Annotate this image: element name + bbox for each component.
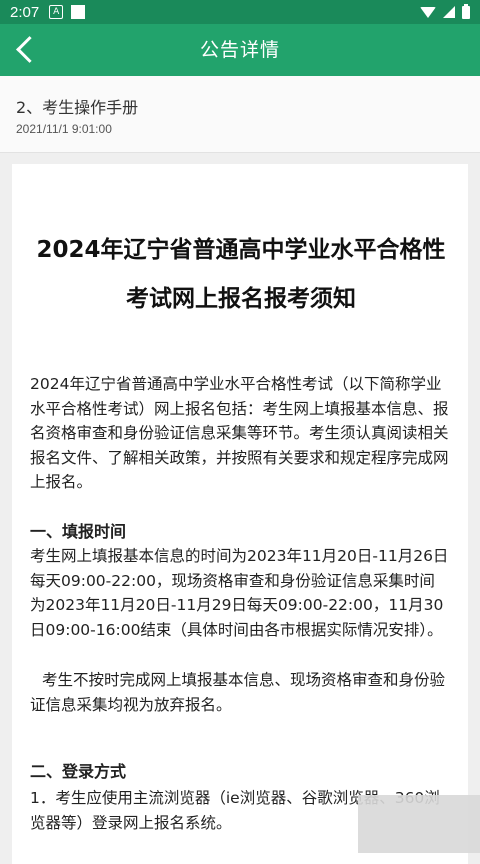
article-heading: 2024年辽宁省普通高中学业水平合格性考试网上报名报考须知 [36,237,446,312]
section1-title: 一、填报时间 [30,522,127,541]
status-time: 2:07 [10,3,40,21]
section1-text: 考生网上填报基本信息的时间为2023年11月20日-11月26日每天09:00-… [30,547,449,639]
app-bar: 公告详情 [0,24,480,76]
article-intro: 2024年辽宁省普通高中学业水平合格性考试（以下简称学业水平合格性考试）网上报名… [30,375,449,492]
notice-title: 2、考生操作手册 [16,98,139,117]
notice-date: 2021/11/1 9:01:00 [16,122,112,136]
page-title: 公告详情 [199,39,280,61]
wifi-icon [420,6,436,18]
notification-a-icon: A [49,5,64,19]
notice-header: 2、考生操作手册 2021/11/1 9:01:00 [0,76,480,153]
status-bar: 2:07 A [0,0,480,24]
square-icon [71,5,86,19]
scroll-indicator[interactable] [358,795,480,853]
signal-icon [443,6,455,18]
battery-icon [462,3,470,19]
article-card: 2024年辽宁省普通高中学业水平合格性考试网上报名报考须知 2024年辽宁省普通… [12,164,468,864]
section1-note: 考生不按时完成网上填报基本信息、现场资格审查和身份验证信息采集均视为放弃报名。 [30,671,446,714]
section2-title: 二、登录方式 [30,762,127,781]
